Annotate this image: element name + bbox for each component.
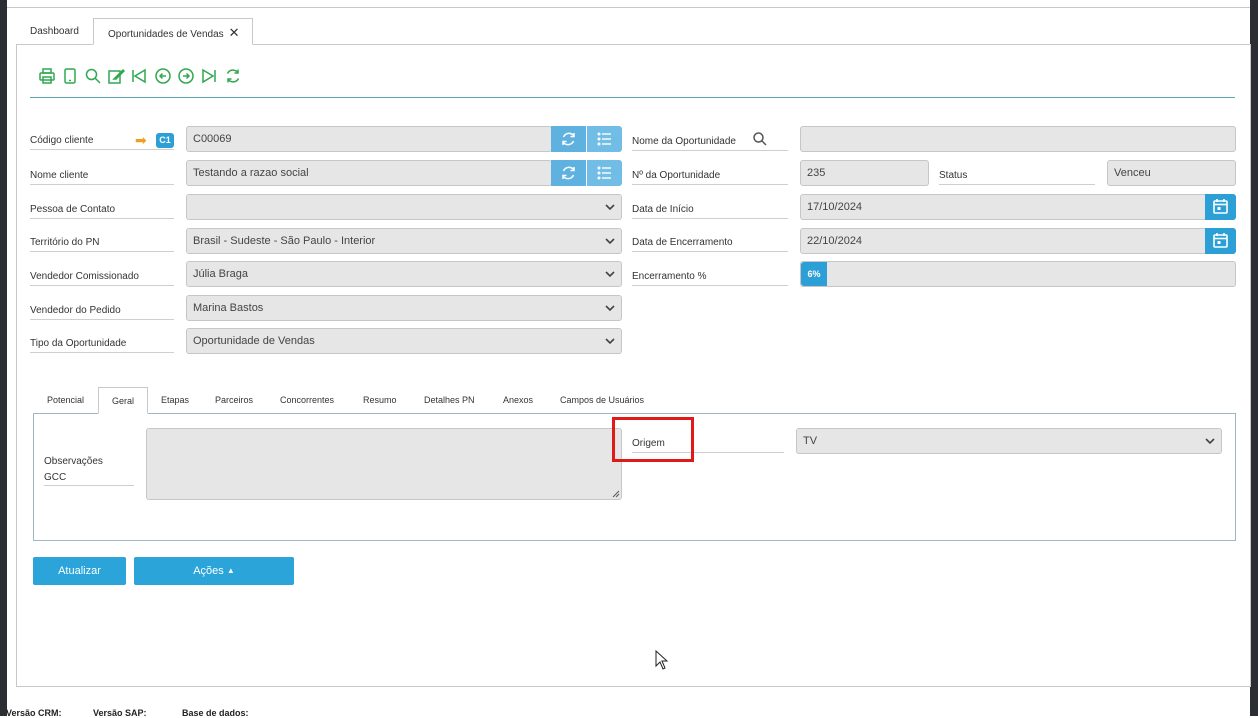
tipo-oportunidade-label: Tipo da Oportunidade	[30, 335, 174, 353]
pessoa-contato-select[interactable]	[186, 194, 622, 220]
encerramento-pct-bar[interactable]: 6%	[800, 261, 1236, 287]
search-icon[interactable]	[752, 131, 768, 147]
atualizar-button[interactable]: Atualizar	[33, 557, 126, 585]
resize-handle-icon[interactable]	[612, 490, 620, 498]
num-oportunidade-label: Nº da Oportunidade	[632, 167, 788, 185]
observacoes-textarea[interactable]	[146, 428, 622, 500]
list-icon	[597, 132, 611, 146]
left-window-edge	[0, 0, 7, 716]
subtab-concorrentes[interactable]: Concorrentes	[267, 387, 347, 414]
list-icon	[597, 166, 611, 180]
data-inicio-input[interactable]: 17/10/2024	[800, 194, 1206, 220]
printer-icon[interactable]	[38, 67, 56, 85]
arrow-right-icon[interactable]: ➡	[135, 133, 147, 147]
territorio-select[interactable]: Brasil - Sudeste - São Paulo - Interior	[186, 228, 622, 254]
codigo-cliente-input[interactable]: C00069	[186, 126, 552, 152]
next-icon[interactable]	[177, 67, 195, 85]
nome-cliente-input[interactable]: Testando a razao social	[186, 160, 552, 186]
refresh-nome-button[interactable]	[551, 160, 586, 186]
c1-badge[interactable]: C1	[156, 133, 174, 148]
codigo-cliente-label: Código cliente	[30, 132, 174, 150]
data-encerramento-input[interactable]: 22/10/2024	[800, 228, 1206, 254]
subtab-resumo[interactable]: Resumo	[350, 387, 410, 414]
top-divider	[7, 7, 1250, 8]
caret-up-icon: ▲	[226, 566, 235, 575]
list-cliente-button[interactable]	[587, 126, 622, 152]
refresh-icon	[562, 132, 575, 146]
data-encerramento-label: Data de Encerramento	[632, 234, 788, 252]
calendar-icon	[1213, 233, 1228, 248]
status-label: Status	[939, 167, 1095, 185]
last-icon[interactable]	[200, 67, 218, 85]
num-oportunidade-input[interactable]: 235	[800, 160, 929, 186]
right-window-edge	[1250, 0, 1258, 716]
edit-icon[interactable]	[107, 67, 126, 85]
chevron-down-icon	[605, 204, 615, 211]
calendar-icon	[1213, 199, 1228, 214]
subtab-detalhes-pn[interactable]: Detalhes PN	[411, 387, 488, 414]
status-input[interactable]: Venceu	[1107, 160, 1236, 186]
encerramento-pct-fill: 6%	[801, 262, 828, 286]
refresh-icon[interactable]	[224, 67, 242, 85]
first-icon[interactable]	[130, 67, 148, 85]
chevron-down-icon	[605, 338, 615, 345]
encerramento-pct-label: Encerramento %	[632, 268, 788, 286]
tipo-oportunidade-select[interactable]: Oportunidade de Vendas	[186, 328, 622, 354]
chevron-down-icon	[605, 305, 615, 312]
tab-dashboard[interactable]: Dashboard	[16, 18, 93, 45]
versao-crm-label: Versão CRM:	[6, 708, 62, 718]
tab-oportunidades-de-vendas[interactable]: Oportunidades de Vendas ✕	[93, 18, 253, 45]
acoes-button[interactable]: Ações ▲	[134, 557, 294, 585]
chevron-down-icon	[1205, 438, 1215, 445]
search-icon[interactable]	[84, 67, 102, 85]
origem-highlight-box	[612, 417, 694, 462]
observacoes-label: Observações GCC	[44, 454, 134, 486]
refresh-icon	[562, 166, 575, 180]
close-icon[interactable]: ✕	[229, 25, 240, 40]
tab-dashboard-label: Dashboard	[30, 26, 79, 37]
toolbar-divider	[30, 97, 1235, 98]
subtab-campos-de-usuarios[interactable]: Campos de Usuários	[547, 387, 657, 414]
base-dados-label: Base de dados:	[182, 708, 249, 718]
previous-icon[interactable]	[154, 67, 172, 85]
territorio-label: Território do PN	[30, 234, 174, 252]
data-inicio-label: Data de Início	[632, 201, 788, 219]
chevron-down-icon	[605, 238, 615, 245]
subtab-anexos[interactable]: Anexos	[490, 387, 546, 414]
subtab-parceiros[interactable]: Parceiros	[202, 387, 266, 414]
nome-cliente-label: Nome cliente	[30, 167, 174, 185]
data-inicio-calendar-button[interactable]	[1205, 194, 1236, 220]
subtab-potencial[interactable]: Potencial	[34, 387, 97, 414]
subtab-etapas[interactable]: Etapas	[148, 387, 202, 414]
tab-oportunidades-label: Oportunidades de Vendas	[108, 29, 224, 40]
refresh-cliente-button[interactable]	[551, 126, 586, 152]
data-encerramento-calendar-button[interactable]	[1205, 228, 1236, 254]
list-nome-button[interactable]	[587, 160, 622, 186]
nome-oportunidade-input[interactable]	[800, 126, 1236, 152]
mouse-cursor-icon	[655, 650, 669, 670]
pessoa-contato-label: Pessoa de Contato	[30, 201, 174, 219]
vendedor-comissionado-select[interactable]: Júlia Braga	[186, 261, 622, 287]
subtab-geral[interactable]: Geral	[98, 387, 149, 414]
vendedor-pedido-select[interactable]: Marina Bastos	[186, 295, 622, 321]
tablet-icon[interactable]	[61, 67, 79, 85]
chevron-down-icon	[605, 271, 615, 278]
versao-sap-label: Versão SAP:	[93, 708, 147, 718]
origem-select[interactable]: TV	[796, 428, 1222, 454]
vendedor-pedido-label: Vendedor do Pedido	[30, 302, 174, 320]
vendedor-comissionado-label: Vendedor Comissionado	[30, 268, 174, 286]
